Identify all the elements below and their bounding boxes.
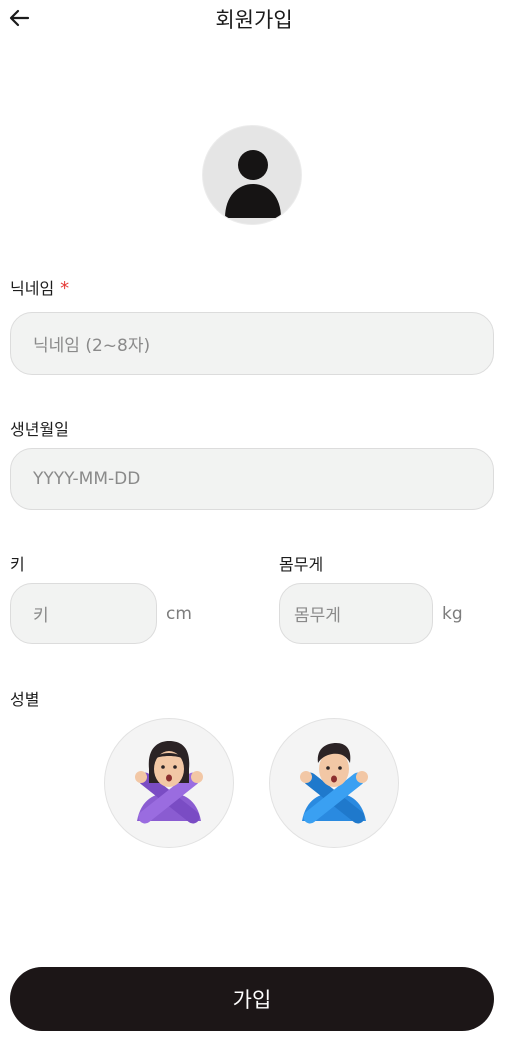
- gender-male-button[interactable]: [269, 718, 399, 848]
- birthdate-placeholder: YYYY-MM-DD: [33, 469, 141, 489]
- birthdate-input[interactable]: YYYY-MM-DD: [10, 448, 494, 510]
- nickname-placeholder: 닉네임 (2~8자): [33, 336, 151, 356]
- nickname-input[interactable]: 닉네임 (2~8자): [10, 312, 494, 375]
- height-unit: cm: [166, 604, 192, 624]
- submit-button[interactable]: 가입: [10, 967, 494, 1031]
- height-placeholder: 키: [33, 606, 49, 626]
- weight-placeholder: 몸무게: [294, 606, 341, 626]
- woman-gesturing-no-icon: [135, 741, 203, 824]
- weight-label: 몸무게: [279, 555, 324, 574]
- weight-unit: kg: [442, 604, 463, 624]
- weight-input[interactable]: 몸무게: [279, 583, 433, 644]
- page-title: 회원가입: [215, 8, 293, 32]
- gender-female-button[interactable]: [104, 718, 234, 848]
- nickname-label-text: 닉네임: [10, 279, 55, 298]
- profile-avatar[interactable]: [202, 125, 302, 225]
- birthdate-label: 생년월일: [10, 420, 69, 439]
- nickname-label: 닉네임 *: [10, 275, 69, 299]
- height-label: 키: [10, 555, 25, 574]
- gender-label: 성별: [10, 690, 40, 709]
- man-gesturing-no-icon: [300, 743, 368, 824]
- required-mark: *: [60, 278, 70, 299]
- height-input[interactable]: 키: [10, 583, 157, 644]
- user-placeholder-icon: [225, 150, 281, 218]
